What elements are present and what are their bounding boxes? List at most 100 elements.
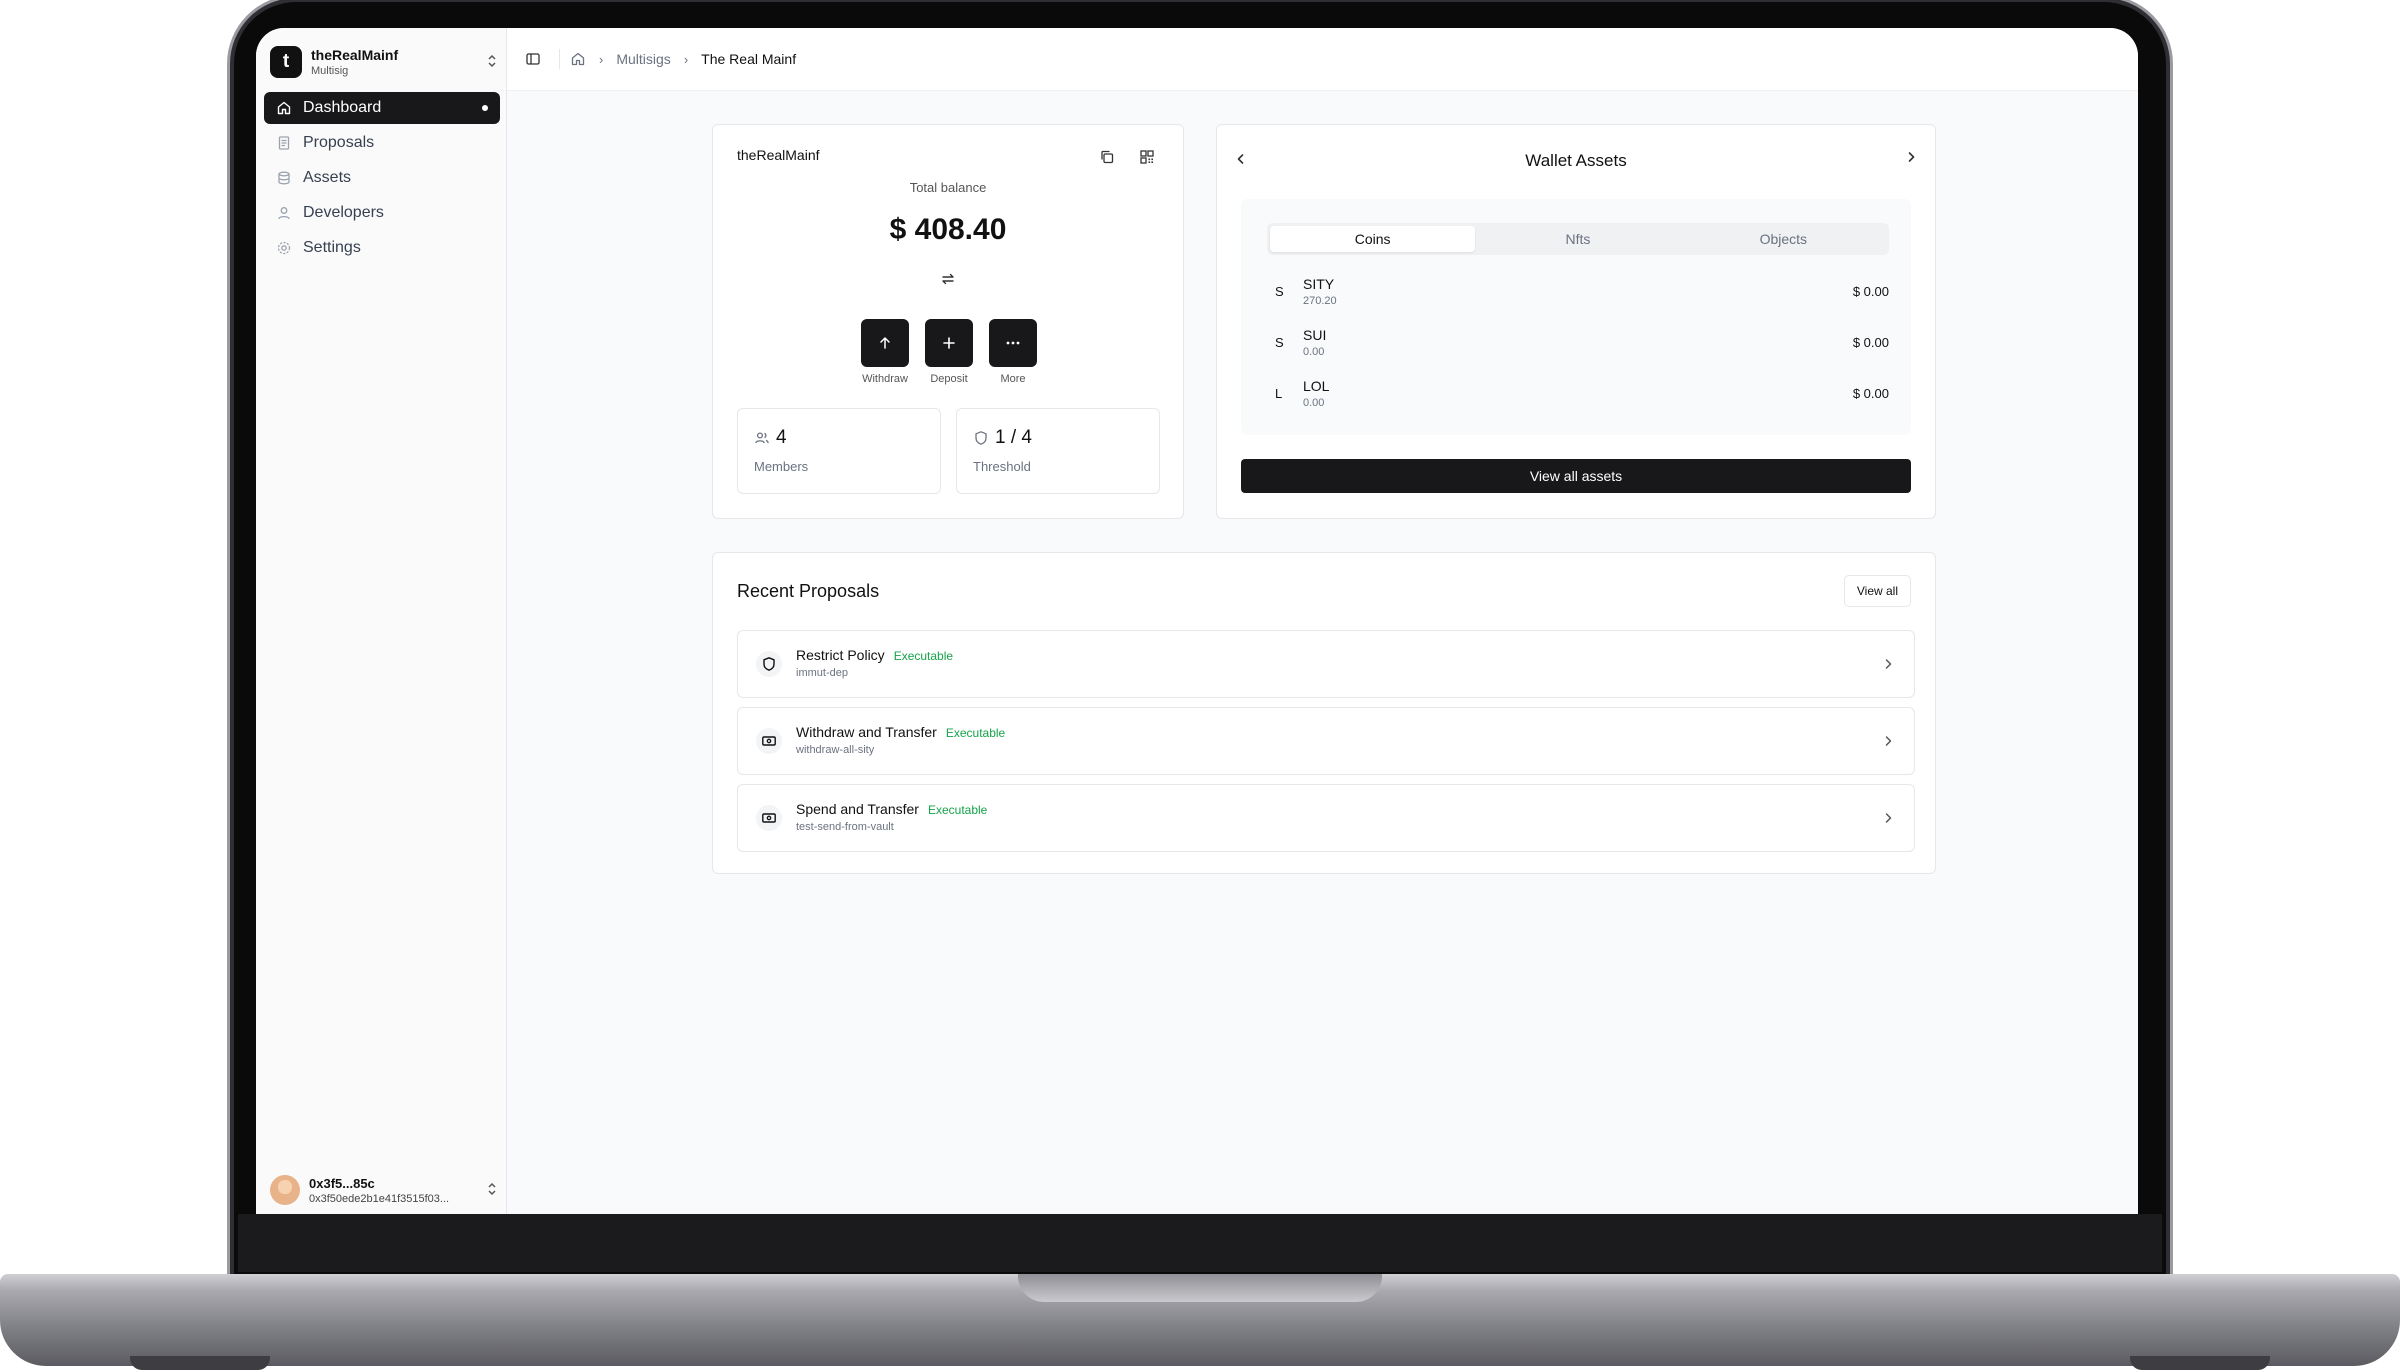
chevron-right-icon: [1878, 654, 1898, 674]
sidebar-item-assets[interactable]: Assets: [264, 162, 500, 194]
chevrons-up-down-icon: [484, 52, 500, 72]
sidebar-toggle-icon[interactable]: [523, 49, 543, 69]
sidebar-item-label: Assets: [303, 169, 352, 186]
wallet-overview-card: theRealMainf Total balance $ 408.40 With…: [712, 124, 1184, 519]
qr-code-icon[interactable]: [1135, 145, 1159, 169]
document-icon: [276, 135, 292, 151]
status-badge: Executable: [893, 649, 954, 663]
members-stat: 4 Members: [737, 408, 941, 494]
coin-name: SUI: [1303, 326, 1327, 343]
coin-amount: 0.00: [1303, 345, 1325, 358]
gear-icon: [276, 240, 292, 256]
coin-row[interactable]: L LOL 0.00 $ 0.00: [1267, 373, 1889, 413]
chevrons-up-down-icon: [484, 1180, 500, 1200]
withdraw-label: Withdraw: [862, 373, 908, 385]
copy-icon[interactable]: [1095, 145, 1119, 169]
users-icon: [754, 430, 770, 446]
proposal-name: Withdraw and Transfer: [796, 724, 937, 740]
tab-objects[interactable]: Objects: [1681, 226, 1886, 252]
team-subtitle: Multisig: [311, 65, 349, 77]
wallet-assets-title: Wallet Assets: [1525, 151, 1627, 170]
view-all-proposals-button[interactable]: View all: [1843, 575, 1911, 607]
proposal-id: test-send-from-vault: [796, 821, 894, 833]
recent-proposals-title: Recent Proposals: [737, 581, 880, 601]
more-horizontal-icon: [1006, 341, 1020, 345]
laptop-notch: [1018, 1274, 1382, 1302]
coin-name: LOL: [1303, 377, 1330, 394]
coin-usd-value: $ 0.00: [1852, 283, 1889, 299]
coin-amount: 270.20: [1303, 294, 1337, 307]
threshold-label: Threshold: [973, 459, 1031, 474]
coin-row[interactable]: S SUI 0.00 $ 0.00: [1267, 322, 1889, 362]
shield-icon: [973, 430, 989, 446]
home-icon: [276, 100, 292, 116]
deposit-button[interactable]: [925, 319, 973, 367]
laptop-foot-right: [2130, 1356, 2270, 1370]
sidebar: t theRealMainf Multisig Dashboard Propos…: [256, 28, 507, 1214]
sidebar-item-proposals[interactable]: Proposals: [264, 127, 500, 159]
database-icon: [276, 170, 292, 186]
swap-icon[interactable]: [936, 267, 960, 291]
tab-nfts[interactable]: Nfts: [1475, 226, 1680, 252]
more-label: More: [1000, 373, 1026, 385]
proposal-row[interactable]: Spend and Transfer Executable test-send-…: [737, 784, 1915, 852]
team-switcher[interactable]: t theRealMainf Multisig: [270, 42, 500, 82]
user-full-address: 0x3f50ede2b1e41f3515f03...: [309, 1192, 450, 1205]
sidebar-item-settings[interactable]: Settings: [264, 232, 500, 264]
asset-tabs: Coins Nfts Objects: [1267, 223, 1889, 255]
coin-avatar: S: [1275, 334, 1284, 350]
plus-icon: [943, 337, 955, 349]
shield-icon: [756, 651, 782, 677]
proposal-row[interactable]: Withdraw and Transfer Executable withdra…: [737, 707, 1915, 775]
sidebar-nav: Dashboard Proposals Assets Developers Se…: [264, 92, 500, 267]
sidebar-item-developers[interactable]: Developers: [264, 197, 500, 229]
members-count: 4: [776, 427, 787, 448]
chevron-right-icon[interactable]: [1901, 147, 1921, 167]
proposal-name: Spend and Transfer: [796, 801, 919, 817]
top-bar: › Multisigs › The Real Mainf: [507, 28, 2138, 91]
view-all-assets-button[interactable]: View all assets: [1241, 459, 1911, 493]
sidebar-item-label: Developers: [303, 204, 384, 221]
laptop-foot-left: [130, 1356, 270, 1370]
proposal-id: immut-dep: [796, 667, 848, 679]
app-screen: t theRealMainf Multisig Dashboard Propos…: [256, 28, 2138, 1214]
proposal-id: withdraw-all-sity: [796, 744, 875, 756]
deposit-label: Deposit: [930, 373, 968, 385]
chevron-right-icon: [1878, 808, 1898, 828]
home-icon[interactable]: [570, 51, 586, 67]
user-icon: [276, 205, 292, 221]
avatar: [270, 1175, 300, 1205]
user-switcher[interactable]: 0x3f5...85c 0x3f50ede2b1e41f3515f03...: [270, 1170, 500, 1210]
coin-row[interactable]: S SITY 270.20 $ 0.00: [1267, 271, 1889, 311]
team-name: theRealMainf: [311, 47, 399, 63]
divider: [559, 49, 560, 69]
total-balance-value: $ 408.40: [889, 213, 1007, 246]
proposal-name: Restrict Policy: [796, 647, 885, 663]
wallet-assets-card: Wallet Assets Coins Nfts Objects S SITY …: [1216, 124, 1936, 519]
sidebar-item-label: Proposals: [303, 134, 375, 151]
total-balance-label: Total balance: [909, 180, 987, 195]
threshold-stat: 1 / 4 Threshold: [956, 408, 1160, 494]
assets-panel: Coins Nfts Objects S SITY 270.20 $ 0.00 …: [1241, 199, 1911, 435]
more-button[interactable]: [989, 319, 1037, 367]
status-badge: Executable: [927, 803, 988, 817]
coin-usd-value: $ 0.00: [1852, 334, 1889, 350]
chevron-right-icon: ›: [683, 51, 689, 67]
recent-proposals-card: Recent Proposals View all Restrict Polic…: [712, 552, 1936, 874]
breadcrumb-multisigs[interactable]: Multisigs: [616, 51, 670, 67]
coin-amount: 0.00: [1303, 396, 1325, 409]
banknote-icon: [756, 728, 782, 754]
coin-avatar: L: [1275, 385, 1283, 401]
chevron-right-icon: [1878, 731, 1898, 751]
sidebar-item-label: Settings: [303, 239, 361, 256]
chevron-right-icon: ›: [599, 51, 604, 67]
threshold-value: 1 / 4: [995, 427, 1032, 448]
coin-avatar: S: [1275, 283, 1284, 299]
withdraw-button[interactable]: [861, 319, 909, 367]
banknote-icon: [756, 805, 782, 831]
status-badge: Executable: [945, 726, 1006, 740]
user-short-address: 0x3f5...85c: [309, 1175, 375, 1191]
sidebar-item-dashboard[interactable]: Dashboard: [264, 92, 500, 124]
proposal-row[interactable]: Restrict Policy Executable immut-dep: [737, 630, 1915, 698]
tab-coins[interactable]: Coins: [1270, 226, 1476, 252]
